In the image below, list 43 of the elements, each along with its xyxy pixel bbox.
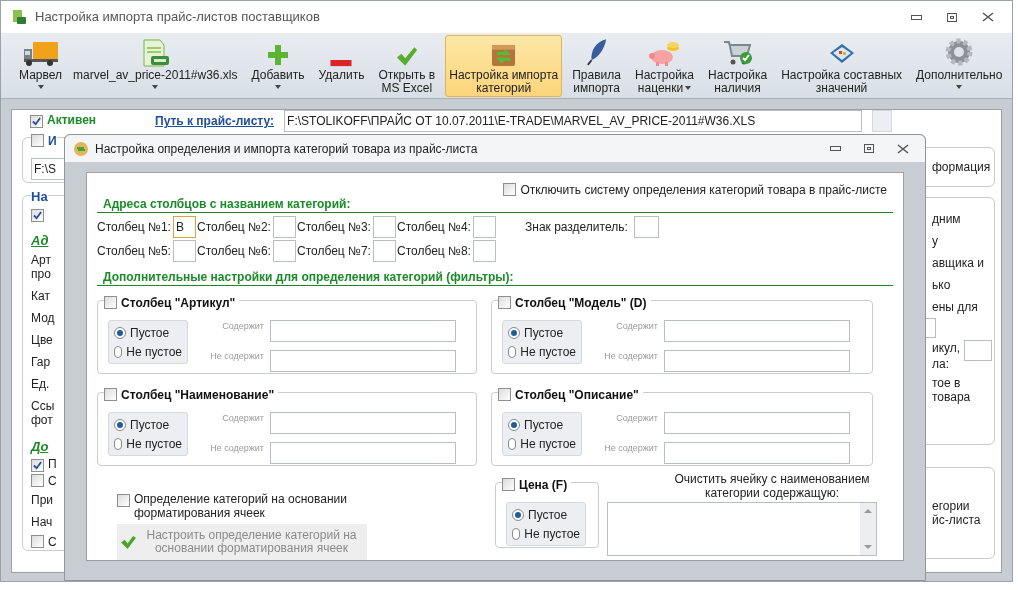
field-label: Кат: [31, 289, 50, 303]
field-label: у: [932, 234, 938, 248]
field-label: авщика и: [932, 256, 984, 270]
field-label: икул, ла:: [932, 340, 961, 372]
field-label: формация: [932, 160, 991, 174]
field-label: Арт про: [31, 253, 51, 281]
field-label: Не содержит: [209, 350, 264, 363]
field-label: ько: [932, 278, 951, 292]
field-label: Столбец №8:: [397, 243, 471, 260]
field-label: Содержит: [221, 320, 264, 333]
field-label: дним: [932, 212, 961, 226]
field-label: тое в товара: [932, 376, 971, 404]
window-title: Настройка импорта прайс-листов поставщиков: [35, 8, 320, 27]
section-heading: До: [31, 439, 49, 455]
field-label: Гар: [31, 355, 51, 369]
field-label: Содержит: [615, 412, 658, 425]
field-label: Содержит: [221, 412, 264, 425]
field-label: Не содержит: [603, 442, 658, 455]
field-label: Нач: [31, 515, 53, 529]
field-label: егории йс-листа: [932, 499, 981, 527]
field-label: Содержит: [615, 320, 658, 333]
path-label: Путь к прайс-листу:: [155, 113, 275, 130]
dialog-title: Настройка определения и импорта категорий товара из прайс-листа: [95, 140, 478, 158]
field-label: Знак разделитель:: [525, 219, 628, 236]
field-label: Столбец №3:: [297, 219, 371, 236]
section-heading: Ад: [31, 233, 49, 249]
field-label: Мод: [31, 311, 55, 325]
field-label: При: [31, 493, 53, 507]
field-label: Не содержит: [603, 350, 658, 363]
field-label: ены для: [932, 300, 978, 314]
field-label: Столбец №7:: [297, 243, 371, 260]
section-heading: Адреса столбцов с названием категорий:: [97, 197, 893, 213]
field-label: Столбец №5:: [97, 243, 171, 260]
field-label: Не содержит: [209, 442, 264, 455]
field-label: Столбец №2:: [197, 219, 271, 236]
field-label: Ссы фот: [31, 399, 55, 427]
field-label: Столбец №1:: [97, 219, 171, 236]
field-label: Столбец №6:: [197, 243, 271, 260]
field-label: Очистить ячейку с наименованием категории содержащую:: [673, 472, 871, 500]
section-heading: Дополнительные настройки для определения категорий (фильтры):: [97, 270, 893, 286]
field-label: Цве: [31, 333, 53, 347]
field-label: Столбец №4:: [397, 219, 471, 236]
field-label: Ед.: [31, 377, 50, 391]
